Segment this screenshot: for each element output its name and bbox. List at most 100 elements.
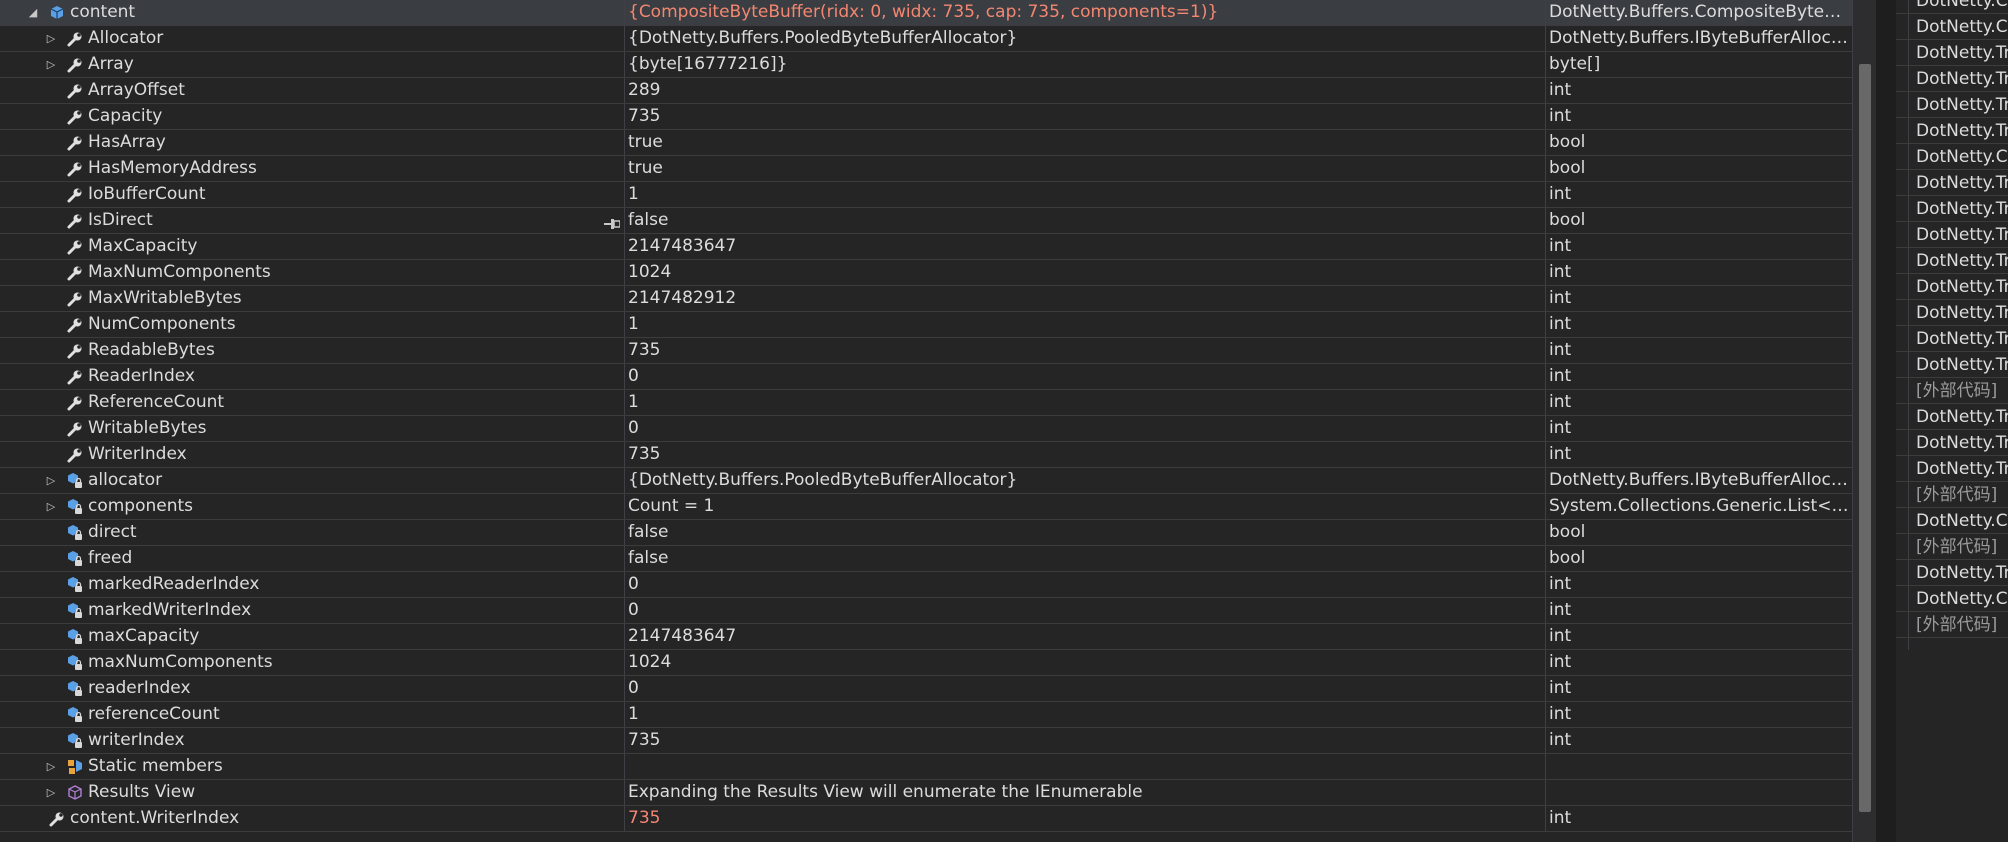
value-cell[interactable]: 735 bbox=[628, 338, 1540, 363]
watch-row-referencecount[interactable]: referenceCount 1 int bbox=[0, 702, 1852, 728]
watch-row-allocator[interactable]: ▷ Allocator {DotNetty.Buffers.PooledByteBu… bbox=[0, 26, 1852, 52]
call-stack-external-code[interactable]: [外部代码] bbox=[1896, 378, 2008, 404]
call-stack-frame[interactable]: DotNetty.Tr bbox=[1896, 456, 2008, 482]
call-stack-frame[interactable]: DotNetty.Tr bbox=[1896, 248, 2008, 274]
watch-row-static-members[interactable]: ▷ Static members bbox=[0, 754, 1852, 780]
call-stack-external-code[interactable]: [外部代码] bbox=[1896, 534, 2008, 560]
watch-row-readerindex[interactable]: readerIndex 0 int bbox=[0, 676, 1852, 702]
watch-row-arrayoffset[interactable]: ArrayOffset 289 int bbox=[0, 78, 1852, 104]
scrollbar-thumb[interactable] bbox=[1859, 64, 1871, 812]
value-cell[interactable]: 0 bbox=[628, 676, 1540, 701]
watch-row-allocator[interactable]: ▷ allocator {DotNetty.Buffers.PooledByteBu… bbox=[0, 468, 1852, 494]
value-cell[interactable]: 2147483647 bbox=[628, 624, 1540, 649]
call-stack-frame[interactable]: DotNetty.Tr bbox=[1896, 40, 2008, 66]
vertical-scrollbar[interactable] bbox=[1852, 0, 1877, 842]
value-cell[interactable]: {DotNetty.Buffers.PooledByteBufferAlloca… bbox=[628, 26, 1540, 51]
pin-icon[interactable] bbox=[604, 219, 620, 229]
call-stack-frame[interactable]: DotNetty.C bbox=[1896, 508, 2008, 534]
value-cell[interactable]: 0 bbox=[628, 416, 1540, 441]
value-cell[interactable]: Count = 1 bbox=[628, 494, 1540, 519]
value-cell[interactable]: 735 bbox=[628, 104, 1540, 129]
value-cell[interactable]: 1024 bbox=[628, 650, 1540, 675]
watch-row-content[interactable]: ◢ content {CompositeByteBuffer(ridx: 0, wi… bbox=[0, 0, 1852, 26]
watch-row-writablebytes[interactable]: WritableBytes 0 int bbox=[0, 416, 1852, 442]
value-cell[interactable]: 2147482912 bbox=[628, 286, 1540, 311]
watch-row-array[interactable]: ▷ Array {byte[16777216]} byte[] bbox=[0, 52, 1852, 78]
call-stack-frame[interactable]: DotNetty.Tr bbox=[1896, 118, 2008, 144]
call-stack-frame[interactable]: DotNetty.Tr bbox=[1896, 222, 2008, 248]
watch-row-markedwriterindex[interactable]: markedWriterIndex 0 int bbox=[0, 598, 1852, 624]
value-cell[interactable]: false bbox=[628, 520, 1540, 545]
watch-row-maxwritablebytes[interactable]: MaxWritableBytes 2147482912 int bbox=[0, 286, 1852, 312]
value-cell[interactable]: true bbox=[628, 130, 1540, 155]
watch-row-iobuffercount[interactable]: IoBufferCount 1 int bbox=[0, 182, 1852, 208]
call-stack-frame[interactable]: DotNetty.Tr bbox=[1896, 196, 2008, 222]
value-cell[interactable]: 1 bbox=[628, 702, 1540, 727]
watch-row-maxcapacity[interactable]: maxCapacity 2147483647 int bbox=[0, 624, 1852, 650]
call-stack-frame[interactable]: DotNetty.C bbox=[1896, 144, 2008, 170]
watch-row-maxcapacity[interactable]: MaxCapacity 2147483647 int bbox=[0, 234, 1852, 260]
value-cell[interactable]: 0 bbox=[628, 572, 1540, 597]
watch-row-direct[interactable]: direct false bool bbox=[0, 520, 1852, 546]
call-stack-frame[interactable]: DotNetty.Tr bbox=[1896, 66, 2008, 92]
panel-splitter[interactable] bbox=[1876, 0, 1896, 842]
value-cell[interactable]: 1 bbox=[628, 312, 1540, 337]
call-stack-frame[interactable]: DotNetty.Tr bbox=[1896, 170, 2008, 196]
expand-arrow-icon[interactable]: ▷ bbox=[44, 780, 58, 805]
call-stack-frame[interactable]: DotNetty.Tr bbox=[1896, 300, 2008, 326]
call-stack-frame[interactable]: DotNetty.C bbox=[1896, 14, 2008, 40]
value-cell[interactable]: 735 bbox=[628, 806, 1540, 831]
expand-arrow-icon[interactable]: ▷ bbox=[44, 52, 58, 77]
call-stack-frame[interactable]: DotNetty.Tr bbox=[1896, 326, 2008, 352]
value-cell[interactable]: false bbox=[628, 208, 1540, 233]
value-cell[interactable]: 735 bbox=[628, 728, 1540, 753]
call-stack-external-code[interactable]: [外部代码] bbox=[1896, 612, 2008, 638]
value-cell[interactable]: Expanding the Results View will enumerat… bbox=[628, 780, 1540, 805]
value-cell[interactable]: {CompositeByteBuffer(ridx: 0, widx: 735,… bbox=[628, 0, 1540, 25]
call-stack-frame[interactable]: DotNetty.Tr bbox=[1896, 274, 2008, 300]
value-cell[interactable]: 1 bbox=[628, 182, 1540, 207]
value-cell[interactable]: true bbox=[628, 156, 1540, 181]
value-cell[interactable]: 735 bbox=[628, 442, 1540, 467]
watch-row-content-writerindex[interactable]: content.WriterIndex 735 int bbox=[0, 806, 1852, 832]
value-cell[interactable]: 0 bbox=[628, 598, 1540, 623]
expand-arrow-icon[interactable]: ▷ bbox=[44, 26, 58, 51]
watch-row-markedreaderindex[interactable]: markedReaderIndex 0 int bbox=[0, 572, 1852, 598]
call-stack-frame[interactable]: DotNetty.Tr bbox=[1896, 404, 2008, 430]
value-cell[interactable]: 1 bbox=[628, 390, 1540, 415]
call-stack-frame[interactable]: DotNetty.Tr bbox=[1896, 430, 2008, 456]
watch-row-maxnumcomponents[interactable]: MaxNumComponents 1024 int bbox=[0, 260, 1852, 286]
watch-row-writerindex[interactable]: WriterIndex 735 int bbox=[0, 442, 1852, 468]
watch-row-capacity[interactable]: Capacity 735 int bbox=[0, 104, 1852, 130]
watch-row-hasarray[interactable]: HasArray true bool bbox=[0, 130, 1852, 156]
watch-row-readerindex[interactable]: ReaderIndex 0 int bbox=[0, 364, 1852, 390]
expand-arrow-icon[interactable]: ▷ bbox=[44, 754, 58, 779]
watch-row-freed[interactable]: freed false bool bbox=[0, 546, 1852, 572]
watch-row-readablebytes[interactable]: ReadableBytes 735 int bbox=[0, 338, 1852, 364]
watch-row-referencecount[interactable]: ReferenceCount 1 int bbox=[0, 390, 1852, 416]
call-stack-external-code[interactable]: [外部代码] bbox=[1896, 482, 2008, 508]
value-cell[interactable] bbox=[628, 754, 1540, 779]
value-cell[interactable]: 2147483647 bbox=[628, 234, 1540, 259]
expand-arrow-icon[interactable]: ▷ bbox=[44, 494, 58, 519]
watch-row-maxnumcomponents[interactable]: maxNumComponents 1024 int bbox=[0, 650, 1852, 676]
value-cell[interactable]: false bbox=[628, 546, 1540, 571]
collapse-arrow-icon[interactable]: ◢ bbox=[26, 0, 40, 25]
expand-arrow-icon[interactable]: ▷ bbox=[44, 468, 58, 493]
call-stack-frame[interactable]: DotNetty.C bbox=[1896, 0, 2008, 14]
value-cell[interactable]: {DotNetty.Buffers.PooledByteBufferAlloca… bbox=[628, 468, 1540, 493]
value-cell[interactable]: 1024 bbox=[628, 260, 1540, 285]
watch-row-hasmemoryaddress[interactable]: HasMemoryAddress true bool bbox=[0, 156, 1852, 182]
call-stack-frame[interactable]: DotNetty.Tr bbox=[1896, 92, 2008, 118]
call-stack-frame[interactable]: DotNetty.C bbox=[1896, 586, 2008, 612]
watch-row-writerindex[interactable]: writerIndex 735 int bbox=[0, 728, 1852, 754]
call-stack-frame[interactable]: DotNetty.Tr bbox=[1896, 352, 2008, 378]
value-cell[interactable]: 0 bbox=[628, 364, 1540, 389]
watch-row-isdirect[interactable]: IsDirect false bool bbox=[0, 208, 1852, 234]
value-cell[interactable]: {byte[16777216]} bbox=[628, 52, 1540, 77]
watch-row-numcomponents[interactable]: NumComponents 1 int bbox=[0, 312, 1852, 338]
call-stack-frame[interactable]: DotNetty.Tr bbox=[1896, 560, 2008, 586]
watch-row-components[interactable]: ▷ components Count = 1 System.Collections.G… bbox=[0, 494, 1852, 520]
value-cell[interactable]: 289 bbox=[628, 78, 1540, 103]
watch-row-results-view[interactable]: ▷ Results View Expanding the Results View … bbox=[0, 780, 1852, 806]
